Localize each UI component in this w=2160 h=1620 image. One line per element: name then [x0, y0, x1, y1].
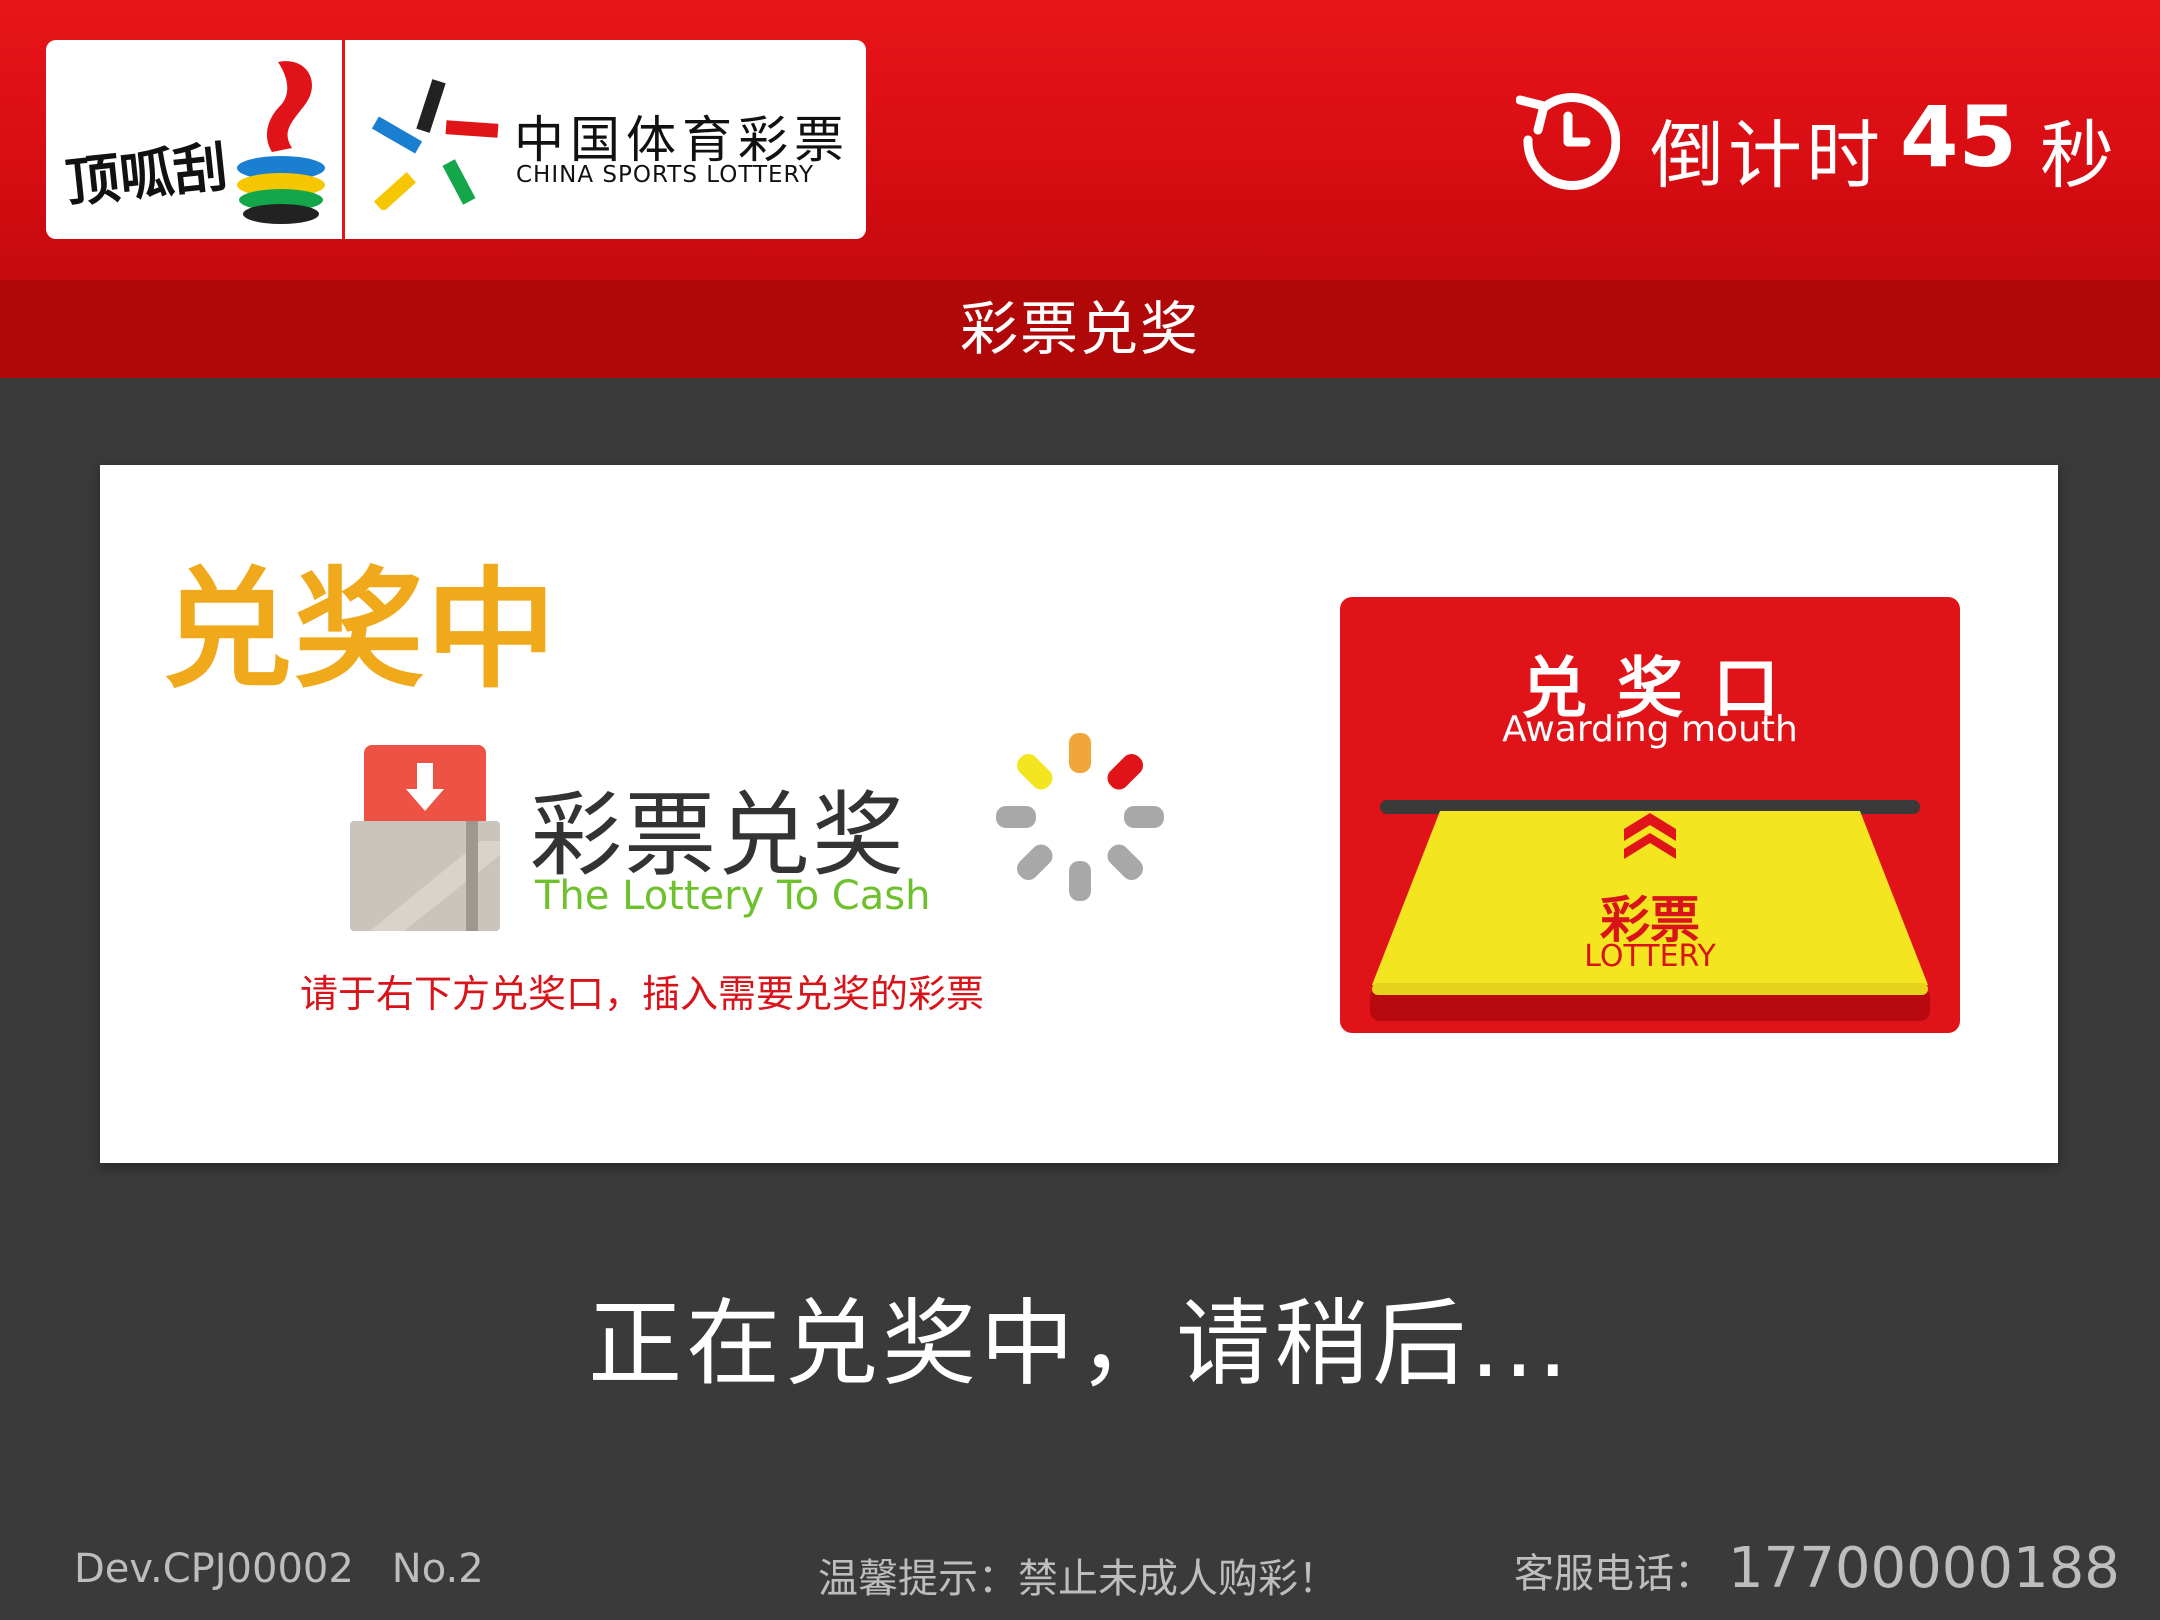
slot-subtitle: Awarding mouth: [1502, 709, 1798, 750]
brand-left-text: 顶呱刮: [63, 135, 231, 215]
hotline-label: 客服电话：: [1514, 1551, 1714, 1597]
hotline-number: 17700000188: [1728, 1536, 2120, 1601]
awarding-slot-card: 兑奖口 Awarding mouth 彩票 LOTTERY: [1340, 597, 1960, 1033]
ticket-en-label: LOTTERY: [1584, 939, 1716, 974]
page-title: 彩票兑奖: [0, 280, 2160, 378]
logo-divider: [342, 40, 345, 239]
brand-en-name: CHINA SPORTS LOTTERY: [516, 162, 815, 188]
status-heading: 兑奖中: [162, 554, 559, 706]
china-sports-lottery-logo: 中国体育彩票 CHINA SPORTS LOTTERY: [346, 40, 866, 239]
progress-message: 正在兑奖中，请稍后...: [588, 1290, 1572, 1399]
countdown-timer-icon: [1516, 93, 1620, 190]
dingguagua-logo: 顶呱刮: [46, 40, 342, 239]
footer-notice: 温馨提示：禁止未成人购彩！: [818, 1556, 1338, 1602]
ticket-insert-icon: [350, 745, 500, 931]
loading-spinner-icon: [996, 733, 1164, 901]
device-number: No.2: [391, 1546, 484, 1592]
device-id: Dev.CPJ00002: [74, 1546, 354, 1592]
countdown-value: 45: [1900, 88, 2017, 186]
device-info: Dev.CPJ00002 No.2: [74, 1546, 484, 1592]
header-bar: 顶呱刮 中国体育彩票 CHINA SPORTS LOTTERY 倒计时 45 秒: [0, 0, 2160, 280]
sports-lottery-star-icon: [371, 79, 499, 210]
hotline: 客服电话： 17700000188: [1514, 1536, 2120, 1601]
countdown-unit: 秒: [2040, 113, 2114, 199]
cash-subtitle: The Lottery To Cash: [535, 873, 931, 919]
redeem-panel: 兑奖中 彩票兑奖 The Lottery To Cash 请于右下方兑奖口，插入…: [100, 465, 2058, 1163]
insert-instruction: 请于右下方兑奖口，插入需要兑奖的彩票: [300, 972, 985, 1016]
countdown-label: 倒计时: [1650, 113, 1884, 199]
logo-box: 顶呱刮 中国体育彩票 CHINA SPORTS LOTTERY: [46, 40, 866, 239]
